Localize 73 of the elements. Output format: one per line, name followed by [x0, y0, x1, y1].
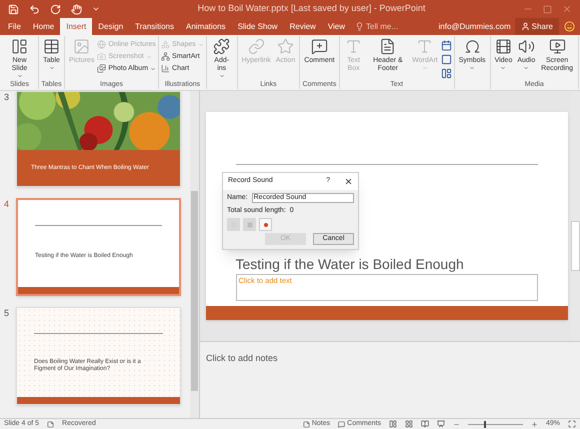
ribbon-tab[interactable]: Insert [60, 18, 92, 35]
shapes-icon [161, 40, 170, 49]
caret-icon [48, 65, 55, 71]
star-icon [277, 38, 294, 55]
caret-icon [218, 73, 225, 79]
ribbon-tab[interactable]: Home [26, 18, 60, 35]
lightbulb-icon [355, 22, 364, 31]
camera-icon [97, 52, 106, 61]
ribbon-tab[interactable]: Review [284, 18, 322, 35]
letter-icon [416, 38, 434, 55]
reading-view-icon[interactable] [420, 420, 429, 428]
calendar-icon [440, 40, 452, 51]
redo-icon[interactable] [50, 4, 61, 14]
stop-icon [246, 222, 252, 228]
document-icon [379, 38, 396, 55]
window-icon [440, 68, 452, 79]
record-button[interactable] [259, 218, 272, 231]
screen-icon [548, 38, 566, 55]
close-icon[interactable] [344, 177, 353, 186]
normal-view-icon[interactable] [388, 420, 397, 428]
square-icon [440, 54, 452, 65]
ribbon-tab[interactable]: Transitions [129, 18, 180, 35]
picture-icon [73, 38, 90, 55]
slide-number: 3 [4, 91, 10, 104]
chart-icon [161, 64, 170, 73]
new-slide-icon [11, 38, 28, 55]
comment-icon [338, 420, 346, 428]
caret-icon [422, 65, 428, 71]
ribbon-tab[interactable]: Design [92, 18, 130, 35]
omega-icon [464, 38, 481, 55]
note-icon [302, 420, 310, 428]
smiley-icon[interactable] [564, 21, 575, 32]
caret-icon [469, 65, 476, 71]
customize-icon[interactable] [92, 5, 100, 13]
slide-number-button[interactable] [440, 54, 452, 65]
zoom-thumb[interactable] [484, 420, 486, 428]
ribbon-tab[interactable]: File [2, 18, 27, 35]
table-icon [43, 38, 60, 55]
slide-number: 5 [4, 307, 10, 320]
fit-slide-icon[interactable] [568, 420, 576, 428]
record-icon [264, 222, 268, 226]
window-title: How to Boil Water.pptx [Last saved by user] - PowerPoint [196, 2, 426, 16]
photo-album-icon [97, 64, 106, 73]
caret-icon [500, 65, 506, 71]
caret-icon [198, 42, 204, 48]
zoom-in-icon[interactable] [530, 420, 538, 428]
caret-icon [16, 73, 23, 79]
date-time-button[interactable] [440, 40, 452, 51]
slide-number: 4 [4, 198, 10, 211]
smartart-icon [161, 52, 170, 61]
caret-icon [523, 65, 530, 71]
ribbon-tab[interactable]: Animations [180, 18, 232, 35]
touch-mode-icon[interactable] [71, 4, 82, 14]
ribbon-tab[interactable]: View [322, 18, 352, 35]
object-button[interactable] [440, 68, 452, 79]
scrollbar[interactable] [190, 91, 199, 418]
account-name[interactable]: info@Dummies.com [434, 18, 515, 35]
slideshow-icon[interactable] [436, 420, 445, 428]
ribbon-tab[interactable]: Slide Show [232, 18, 284, 35]
tell-me-field[interactable]: Tell me... [351, 18, 402, 35]
speaker-icon [518, 38, 535, 55]
slide-sorter-icon[interactable] [404, 420, 413, 428]
puzzle-icon [213, 38, 230, 55]
text-box-icon [345, 38, 362, 55]
undo-icon[interactable] [29, 4, 40, 14]
slide-title: Testing if the Water is Boiled Enough [236, 256, 465, 272]
globe-icon [97, 40, 106, 49]
notes-pane[interactable]: Click to add notes [200, 341, 580, 418]
share-button[interactable]: Share [514, 18, 559, 35]
person-icon [520, 22, 530, 31]
save-icon[interactable] [8, 4, 19, 14]
comment-icon [310, 38, 328, 55]
film-icon [494, 38, 512, 55]
